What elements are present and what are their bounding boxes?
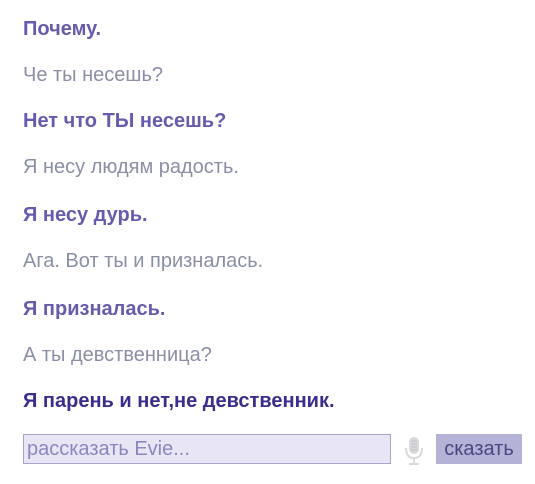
- user-message: Я призналась.: [23, 298, 166, 320]
- send-button[interactable]: сказать: [436, 434, 522, 464]
- bot-message: Че ты несешь?: [23, 64, 163, 86]
- microphone-icon[interactable]: [403, 436, 425, 466]
- user-message: Почему.: [23, 18, 102, 40]
- user-message: Нет что ТЫ несешь?: [23, 110, 227, 132]
- user-message: Я несу дурь.: [23, 204, 148, 226]
- message-input[interactable]: [23, 434, 391, 464]
- bot-message: Я несу людям радость.: [23, 156, 239, 178]
- bot-message: Ага. Вот ты и призналась.: [23, 250, 264, 272]
- user-message: Я парень и нет,не девственник.: [23, 390, 335, 412]
- chat-input-row: сказать: [23, 434, 523, 466]
- bot-message: А ты девственница?: [23, 344, 212, 366]
